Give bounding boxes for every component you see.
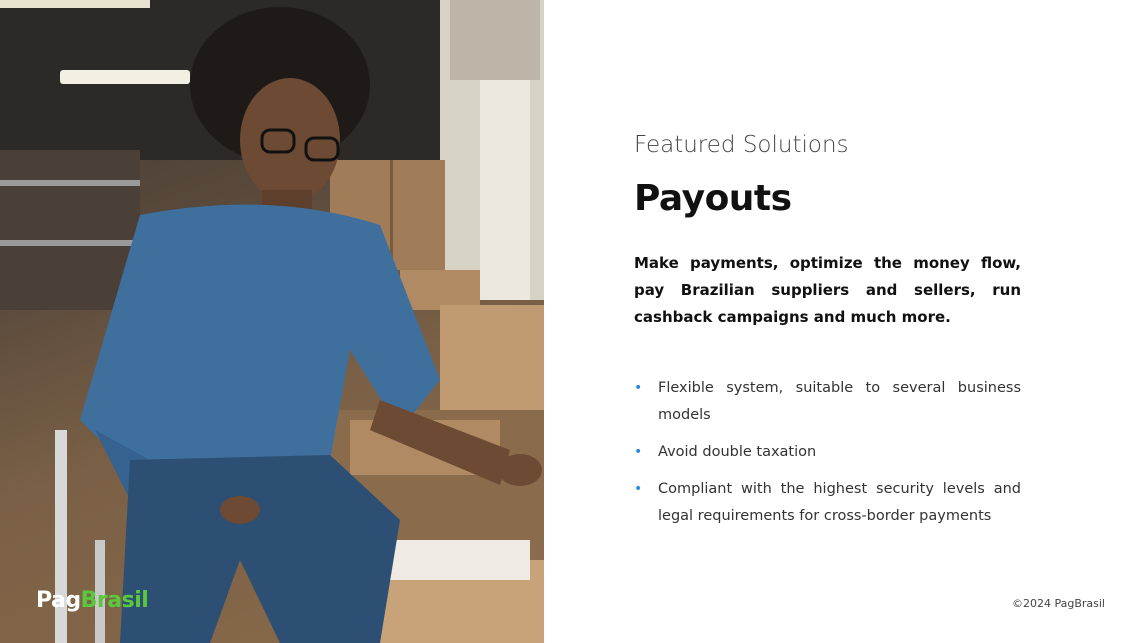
logo-part-brasil: Brasil [80,588,149,613]
list-item: • Compliant with the highest security le… [634,476,1021,530]
feature-list: • Flexible system, suitable to several b… [634,375,1021,540]
pagbrasil-logo[interactable]: PagBrasil [36,588,149,613]
warehouse-scene-illustration [0,0,544,643]
bullet-dot-icon: • [634,481,643,497]
page-title: Payouts [634,178,792,219]
feature-text: Avoid double taxation [658,444,817,460]
copyright-footer: ©2024 PagBrasil [1011,597,1105,610]
hero-photo: PagBrasil [0,0,544,643]
logo-part-pag: Pag [36,588,81,613]
section-kicker: Featured Solutions [634,132,849,158]
feature-text: Flexible system, suitable to several bus… [658,380,1021,423]
lead-paragraph: Make payments, optimize the money flow, … [634,254,1021,326]
bullet-dot-icon: • [634,380,643,396]
list-item: • Avoid double taxation [634,439,1021,466]
list-item: • Flexible system, suitable to several b… [634,375,1021,429]
bullet-dot-icon: • [634,444,643,460]
feature-text: Compliant with the highest security leve… [658,481,1021,524]
